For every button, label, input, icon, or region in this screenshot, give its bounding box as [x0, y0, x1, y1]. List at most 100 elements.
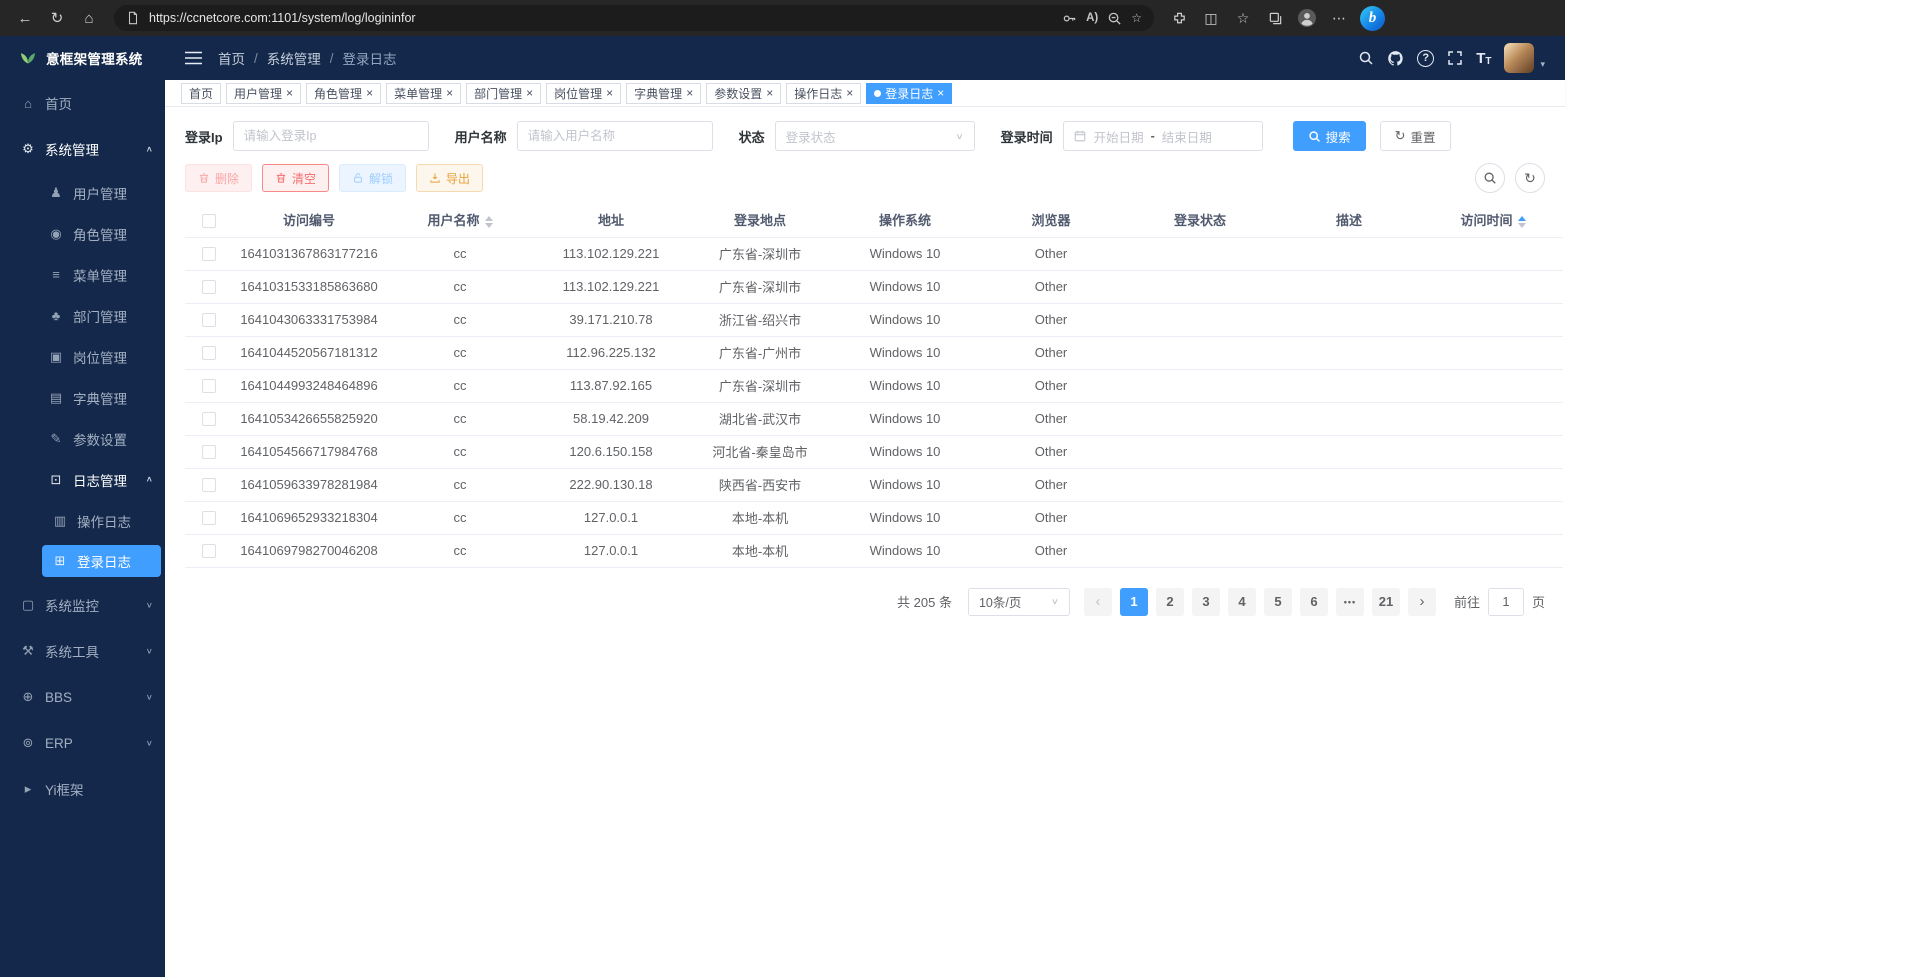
browser-menu-icon[interactable]: ⋯ — [1324, 4, 1354, 32]
page-button[interactable]: 6 — [1300, 588, 1328, 616]
tab-close-icon[interactable]: × — [526, 87, 533, 99]
breadcrumb-item[interactable]: 系统管理 — [267, 48, 321, 68]
page-button[interactable]: 3 — [1192, 588, 1220, 616]
tab[interactable]: 参数设置 × — [706, 83, 781, 104]
tab[interactable]: 登录日志 × — [866, 83, 952, 104]
sidebar-item[interactable]: ⊞ 登录日志 — [42, 545, 161, 577]
user-name-input[interactable] — [517, 121, 713, 151]
status-select[interactable]: 登录状态 ∨ — [775, 121, 975, 151]
sidebar-item[interactable]: ▥ 操作日志 — [0, 500, 165, 541]
page-button[interactable]: 21 — [1372, 588, 1400, 616]
github-icon[interactable] — [1387, 50, 1404, 67]
export-button[interactable]: 导出 — [416, 164, 483, 192]
tab[interactable]: 操作日志 × — [786, 83, 861, 104]
row-checkbox[interactable] — [202, 445, 216, 459]
tab-close-icon[interactable]: × — [846, 87, 853, 99]
site-info-icon[interactable] — [126, 11, 140, 25]
sidebar-item[interactable]: ⚙ 系统管理 ∧ — [0, 126, 165, 172]
breadcrumb-item[interactable]: 登录日志 — [343, 48, 397, 68]
tab-close-icon[interactable]: × — [686, 87, 693, 99]
tab-close-icon[interactable]: × — [606, 87, 613, 99]
tab[interactable]: 字典管理 × — [626, 83, 701, 104]
hamburger-icon[interactable] — [185, 51, 202, 65]
clear-button[interactable]: 清空 — [262, 164, 329, 192]
sidebar-item[interactable]: ♟ 用户管理 — [0, 172, 165, 213]
page-button[interactable]: 4 — [1228, 588, 1256, 616]
search-button[interactable]: 搜索 — [1293, 121, 1366, 151]
sidebar-item[interactable]: ▸ Yi框架 — [0, 766, 165, 812]
sidebar-item[interactable]: ▤ 字典管理 — [0, 377, 165, 418]
row-checkbox[interactable] — [202, 313, 216, 327]
password-key-icon[interactable] — [1062, 11, 1077, 26]
ip-input[interactable] — [233, 121, 429, 151]
read-aloud-icon[interactable]: A) — [1086, 12, 1098, 24]
add-favorite-icon[interactable]: ☆ — [1131, 11, 1142, 25]
tab[interactable]: 部门管理 × — [466, 83, 541, 104]
column-header[interactable]: 登录地点 — [687, 203, 833, 237]
prev-page-button[interactable]: ‹ — [1084, 588, 1112, 616]
page-size-select[interactable]: 10条/页 ∨ — [968, 588, 1070, 616]
back-button[interactable]: ← — [10, 4, 40, 32]
row-checkbox[interactable] — [202, 544, 216, 558]
page-button[interactable]: 5 — [1264, 588, 1292, 616]
tab[interactable]: 用户管理 × — [226, 83, 301, 104]
tab-close-icon[interactable]: × — [366, 87, 373, 99]
reset-button[interactable]: ↻ 重置 — [1380, 121, 1451, 151]
font-size-icon[interactable]: TT — [1476, 50, 1491, 67]
sidebar-item[interactable]: ◉ 角色管理 — [0, 213, 165, 254]
sidebar-item[interactable]: ⌂ 首页 — [0, 80, 165, 126]
tab[interactable]: 菜单管理 × — [386, 83, 461, 104]
search-icon[interactable] — [1358, 50, 1374, 66]
sidebar-item[interactable]: ⊕ BBS ∨ — [0, 674, 165, 720]
row-checkbox[interactable] — [202, 412, 216, 426]
select-all-checkbox[interactable] — [202, 214, 216, 228]
page-button[interactable]: 1 — [1120, 588, 1148, 616]
row-checkbox[interactable] — [202, 346, 216, 360]
page-button[interactable]: 2 — [1156, 588, 1184, 616]
row-checkbox[interactable] — [202, 247, 216, 261]
column-header[interactable]: 用户名称 — [385, 203, 535, 237]
tab[interactable]: 角色管理 × — [306, 83, 381, 104]
row-checkbox[interactable] — [202, 280, 216, 294]
split-screen-icon[interactable]: ◫ — [1196, 4, 1226, 32]
sidebar-item[interactable]: ✎ 参数设置 — [0, 418, 165, 459]
column-header[interactable]: 访问时间 — [1423, 203, 1563, 237]
refresh-button[interactable]: ↻ — [42, 4, 72, 32]
column-header[interactable]: 操作系统 — [833, 203, 977, 237]
column-header[interactable]: 描述 — [1275, 203, 1423, 237]
sidebar-item[interactable]: ▢ 系统监控 ∨ — [0, 582, 165, 628]
delete-button[interactable]: 删除 — [185, 164, 252, 192]
row-checkbox[interactable] — [202, 379, 216, 393]
breadcrumb-item[interactable]: 首页 — [218, 48, 245, 68]
home-button[interactable]: ⌂ — [74, 4, 104, 32]
url-bar[interactable]: https://ccnetcore.com:1101/system/log/lo… — [114, 5, 1154, 31]
sidebar-item[interactable]: ▣ 岗位管理 — [0, 336, 165, 377]
sidebar-item[interactable]: ⊚ ERP ∨ — [0, 720, 165, 766]
next-page-button[interactable]: › — [1408, 588, 1436, 616]
tab[interactable]: 首页 × — [181, 83, 221, 104]
favorites-icon[interactable]: ☆ — [1228, 4, 1258, 32]
page-button[interactable]: ••• — [1336, 588, 1364, 616]
refresh-table-button[interactable]: ↻ — [1515, 163, 1545, 193]
column-header[interactable]: 浏览器 — [977, 203, 1125, 237]
sidebar-item[interactable]: ≡ 菜单管理 — [0, 254, 165, 295]
unlock-button[interactable]: 解锁 — [339, 164, 406, 192]
column-header[interactable]: 访问编号 — [233, 203, 385, 237]
toggle-search-button[interactable] — [1475, 163, 1505, 193]
tab-close-icon[interactable]: × — [286, 87, 293, 99]
user-avatar[interactable] — [1504, 43, 1534, 73]
row-checkbox[interactable] — [202, 511, 216, 525]
sidebar-item[interactable]: ⊡ 日志管理 ∧ — [0, 459, 165, 500]
copilot-icon[interactable]: b — [1360, 6, 1385, 31]
column-header[interactable]: 地址 — [535, 203, 687, 237]
row-checkbox[interactable] — [202, 478, 216, 492]
date-range-picker[interactable]: 开始日期 - 结束日期 — [1063, 121, 1263, 151]
extensions-icon[interactable] — [1164, 4, 1194, 32]
tab-close-icon[interactable]: × — [446, 87, 453, 99]
sidebar-item[interactable]: ♣ 部门管理 — [0, 295, 165, 336]
zoom-out-icon[interactable] — [1107, 11, 1122, 26]
help-icon[interactable]: ? — [1417, 50, 1434, 67]
fullscreen-icon[interactable] — [1447, 50, 1463, 66]
browser-profile-icon[interactable] — [1292, 4, 1322, 32]
collections-icon[interactable] — [1260, 4, 1290, 32]
